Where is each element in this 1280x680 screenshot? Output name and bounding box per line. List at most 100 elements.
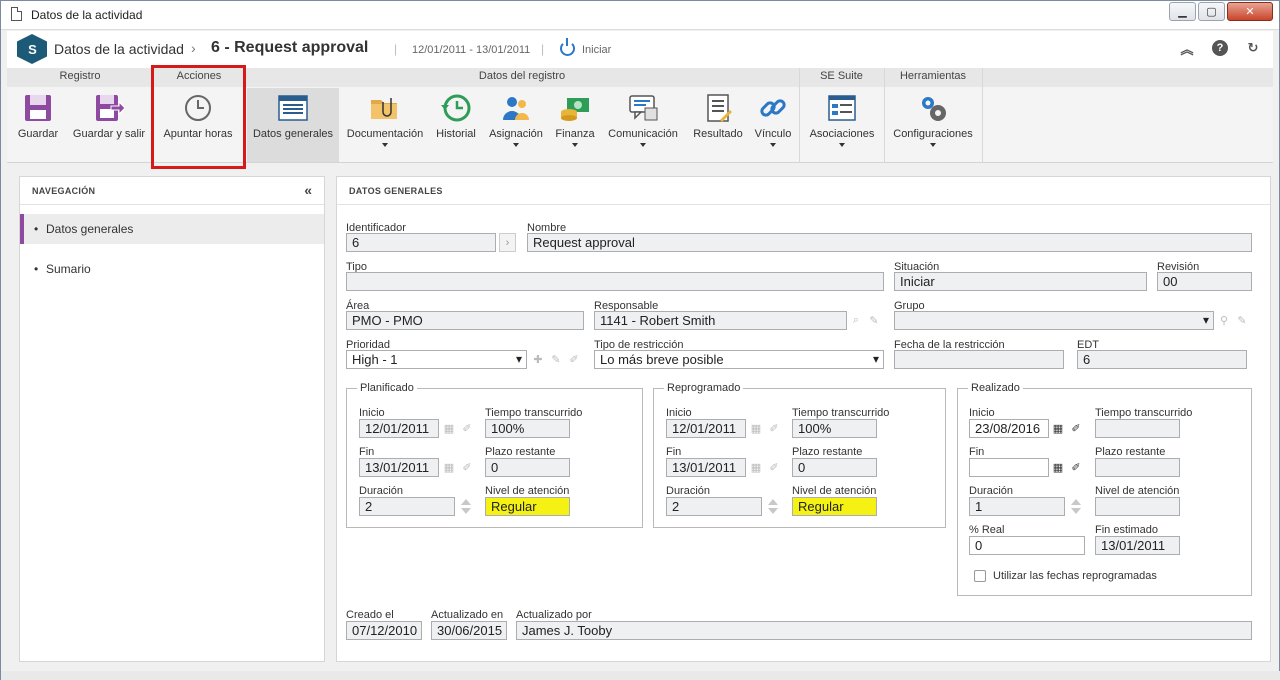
calendar-icon[interactable]: ▦ <box>441 419 457 438</box>
calendar-icon[interactable]: ▦ <box>1050 419 1066 438</box>
actual-percent-field[interactable]: 0 <box>969 536 1085 555</box>
binoculars-icon[interactable]: ⚲ <box>1216 311 1232 330</box>
rescheduled-remaining-field[interactable]: 0 <box>792 458 877 477</box>
actual-attention-field[interactable] <box>1095 497 1180 516</box>
eraser-icon[interactable]: ✎ <box>866 311 882 330</box>
result-button[interactable]: Resultado <box>687 88 749 162</box>
estimated-end-field[interactable]: 13/01/2011 <box>1095 536 1180 555</box>
settings-button[interactable]: Configuraciones <box>888 88 978 162</box>
nav-item-general-data[interactable]: • Datos generales <box>20 214 324 244</box>
eraser-icon[interactable]: ✎ <box>1234 311 1250 330</box>
link-button[interactable]: Vínculo <box>751 88 795 162</box>
planned-attention-field[interactable]: Regular <box>485 497 570 516</box>
duration-stepper[interactable] <box>764 497 781 516</box>
documentation-button[interactable]: Documentación <box>343 88 427 162</box>
general-data-button[interactable]: Datos generales <box>247 88 339 162</box>
eraser-icon[interactable]: ✐ <box>766 458 782 477</box>
duration-stepper[interactable] <box>1067 497 1084 516</box>
close-button[interactable]: ✕ <box>1227 2 1273 21</box>
calendar-icon[interactable]: ▦ <box>1050 458 1066 477</box>
priority-select[interactable]: High - 1 <box>346 350 527 369</box>
eraser-icon[interactable]: ✐ <box>766 419 782 438</box>
chain-link-icon <box>760 99 786 117</box>
status-field[interactable]: Iniciar <box>894 272 1147 291</box>
money-icon <box>561 98 589 121</box>
assignment-button[interactable]: Asignación <box>485 88 547 162</box>
calendar-icon[interactable]: ▦ <box>441 458 457 477</box>
created-field[interactable]: 07/12/2010 <box>346 621 422 640</box>
name-field[interactable]: Request approval <box>527 233 1252 252</box>
eraser-icon[interactable]: ✐ <box>1068 458 1084 477</box>
area-field[interactable]: PMO - PMO <box>346 311 584 330</box>
actual-elapsed-field[interactable] <box>1095 419 1180 438</box>
responsible-field[interactable]: 1141 - Robert Smith <box>594 311 847 330</box>
general-data-panel: DATOS GENERALES Identificador 6 › Nombre… <box>336 176 1271 662</box>
collapse-left-icon[interactable]: « <box>304 182 312 198</box>
actual-end-field[interactable] <box>969 458 1049 477</box>
duration-stepper[interactable] <box>457 497 474 516</box>
refresh-icon[interactable]: ↻ <box>1245 40 1261 56</box>
save-and-exit-button[interactable]: Guardar y salir <box>67 88 151 162</box>
rescheduled-duration-field[interactable]: 2 <box>666 497 762 516</box>
actual-end-label: Fin <box>969 446 985 458</box>
associations-label: Asociaciones <box>809 128 875 140</box>
planned-start-field[interactable]: 12/01/2011 <box>359 419 439 438</box>
save-button[interactable]: Guardar <box>11 88 65 162</box>
associations-button[interactable]: Asociaciones <box>803 88 881 162</box>
eraser-icon[interactable]: ✐ <box>459 458 475 477</box>
next-arrow-icon[interactable]: › <box>499 233 516 252</box>
rescheduled-attention-field[interactable]: Regular <box>792 497 877 516</box>
actual-duration-field[interactable]: 1 <box>969 497 1065 516</box>
planned-duration-field[interactable]: 2 <box>359 497 455 516</box>
use-rescheduled-checkbox[interactable] <box>974 570 986 582</box>
planned-elapsed-field[interactable]: 100% <box>485 419 570 438</box>
communication-button[interactable]: Comunicación <box>603 88 683 162</box>
search-icon[interactable]: ⌕ <box>848 311 864 330</box>
restriction-type-select[interactable]: Lo más breve posible <box>594 350 884 369</box>
app-logo: S <box>17 34 47 64</box>
wbs-field[interactable]: 6 <box>1077 350 1247 369</box>
history-button[interactable]: Historial <box>431 88 481 162</box>
save-and-exit-label: Guardar y salir <box>72 128 146 140</box>
eraser-icon[interactable]: ✐ <box>459 419 475 438</box>
panel-header: DATOS GENERALES <box>337 177 1270 205</box>
type-field[interactable] <box>346 272 884 291</box>
planned-title: Planificado <box>357 382 417 394</box>
add-icon[interactable]: ✚ <box>530 350 546 369</box>
updated-on-field[interactable]: 30/06/2015 <box>431 621 507 640</box>
eraser-icon[interactable]: ✐ <box>566 350 582 369</box>
planned-remaining-field[interactable]: 0 <box>485 458 570 477</box>
breadcrumb-section[interactable]: Datos de la actividad <box>54 41 184 57</box>
group-label-datos-registro: Datos del registro <box>478 70 566 82</box>
identifier-field[interactable]: 6 <box>346 233 496 252</box>
chevron-down-icon <box>640 143 646 147</box>
minimize-button[interactable]: ▁ <box>1169 2 1196 21</box>
actual-start-field[interactable]: 23/08/2016 <box>969 419 1049 438</box>
rescheduled-elapsed-field[interactable]: 100% <box>792 419 877 438</box>
app-window: Datos de la actividad ▁ ▢ ✕ S Datos de l… <box>0 0 1280 680</box>
actual-remaining-field[interactable] <box>1095 458 1180 477</box>
group-divider <box>982 68 983 163</box>
help-icon[interactable]: ? <box>1212 40 1228 56</box>
calendar-icon[interactable]: ▦ <box>748 458 764 477</box>
calendar-icon[interactable]: ▦ <box>748 419 764 438</box>
rescheduled-title: Reprogramado <box>664 382 744 394</box>
updated-by-label: Actualizado por <box>516 609 592 621</box>
rescheduled-end-field[interactable]: 13/01/2011 <box>666 458 746 477</box>
updated-by-field[interactable]: James J. Tooby <box>516 621 1252 640</box>
planned-elapsed-label: Tiempo transcurrido <box>485 407 583 419</box>
finance-button[interactable]: Finanza <box>551 88 599 162</box>
revision-field[interactable]: 00 <box>1157 272 1252 291</box>
pencil-icon[interactable]: ✎ <box>548 350 564 369</box>
nav-item-summary[interactable]: • Sumario <box>20 254 324 284</box>
collapse-up-icon[interactable]: ︽ <box>1179 40 1195 57</box>
group-select[interactable] <box>894 311 1214 330</box>
created-label: Creado el <box>346 609 394 621</box>
maximize-button[interactable]: ▢ <box>1198 2 1225 21</box>
planned-end-field[interactable]: 13/01/2011 <box>359 458 439 477</box>
rescheduled-start-field[interactable]: 12/01/2011 <box>666 419 746 438</box>
breadcrumb-chevron-icon: › <box>191 40 196 56</box>
eraser-icon[interactable]: ✐ <box>1068 419 1084 438</box>
restriction-date-field[interactable] <box>894 350 1064 369</box>
actual-duration-label: Duración <box>969 485 1014 497</box>
